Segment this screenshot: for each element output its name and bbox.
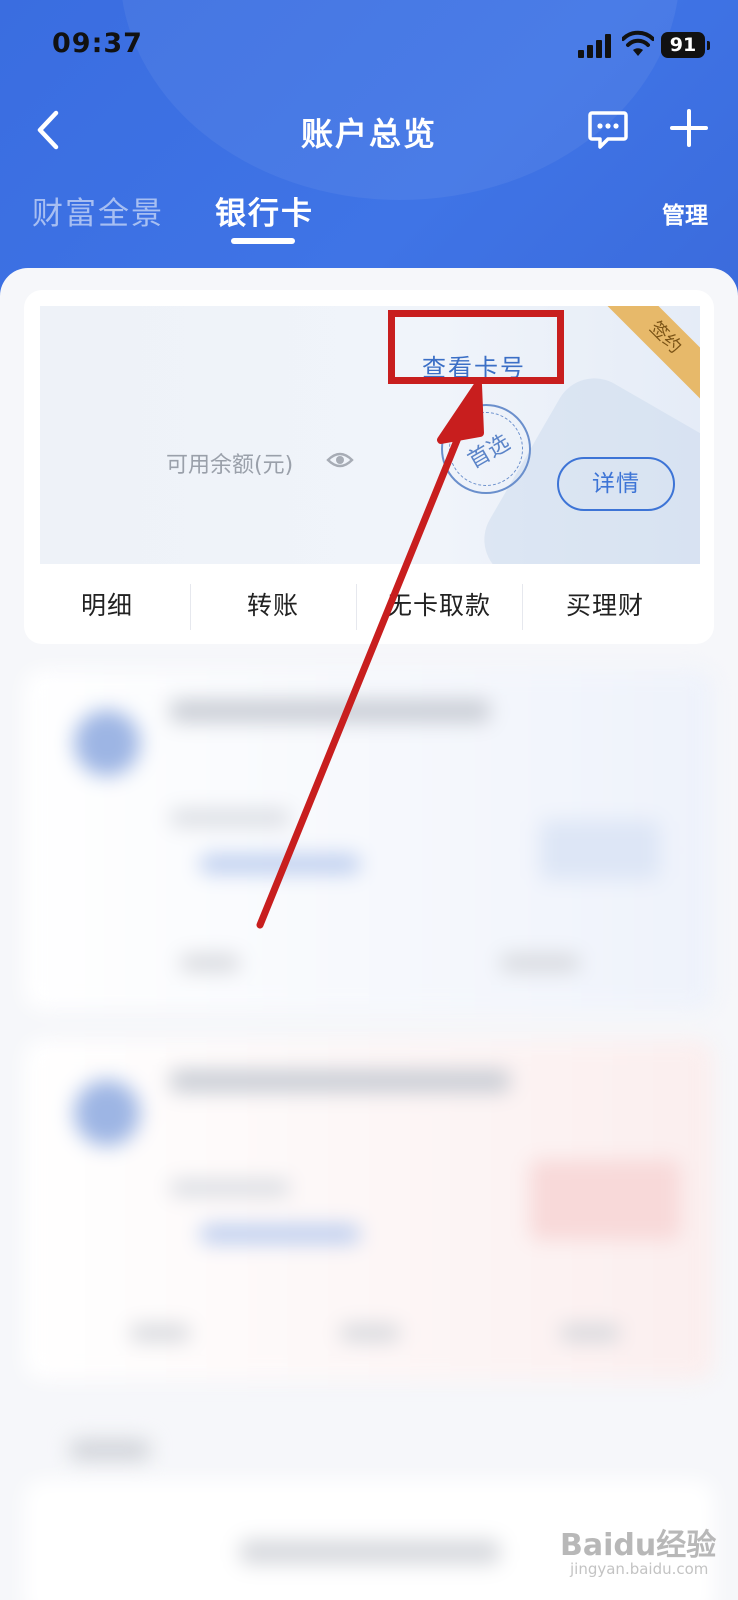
action-transfer[interactable]: 转账 [190, 570, 356, 644]
baidu-watermark: Baidu经验 [560, 1528, 717, 1563]
tab-bank-card[interactable]: 银行卡 [215, 188, 314, 233]
nav-bar: 账户总览 [0, 95, 738, 165]
card-face: 签约 [40, 306, 700, 564]
blurred-content [0, 660, 738, 1600]
tab-bar: 财富全景 银行卡 管理 [0, 188, 738, 258]
add-icon[interactable] [668, 107, 710, 149]
battery-indicator: 91 [661, 32, 710, 58]
detail-button[interactable]: 详情 [557, 457, 675, 511]
message-icon[interactable] [586, 107, 630, 151]
signal-icon [578, 34, 616, 58]
blurred-bank-logo-2 [74, 1080, 140, 1146]
manage-button[interactable]: 管理 [662, 196, 708, 230]
card-actions: 明细 转账 无卡取款 买理财 [24, 570, 714, 644]
status-time: 09:37 [52, 28, 143, 59]
action-details[interactable]: 明细 [24, 570, 190, 644]
eye-icon[interactable] [326, 448, 354, 472]
available-balance-label: 可用余额(元) [166, 453, 294, 478]
action-buy-wealth[interactable]: 买理财 [522, 570, 688, 644]
wifi-icon [622, 30, 654, 56]
active-tab-indicator [231, 238, 295, 244]
action-cardless-withdrawal[interactable]: 无卡取款 [356, 570, 522, 644]
tab-wealth-overview[interactable]: 财富全景 [32, 188, 164, 233]
highlight-box [388, 310, 564, 384]
baidu-watermark-site: jingyan.baidu.com [570, 1560, 709, 1578]
preferred-stamp: 首选 [441, 404, 531, 494]
blurred-bank-logo-1 [74, 710, 140, 776]
status-bar: 09:37 91 [0, 0, 738, 90]
